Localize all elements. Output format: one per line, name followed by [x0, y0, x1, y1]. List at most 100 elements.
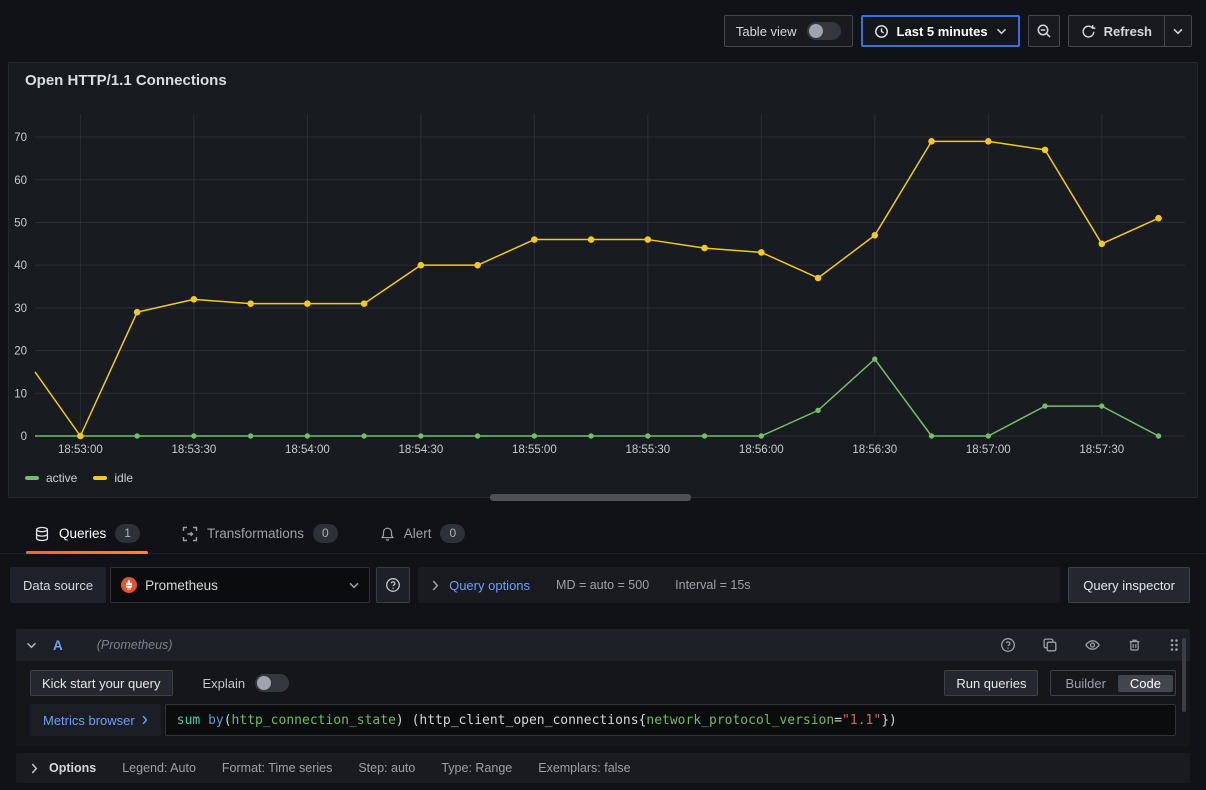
explain-toggle[interactable]: [255, 674, 289, 692]
vertical-scrollbar[interactable]: [1182, 638, 1186, 712]
x-axis-tick: 18:56:30: [852, 444, 897, 455]
x-axis-tick: 18:56:00: [739, 444, 784, 455]
chevron-down-icon: [996, 28, 1007, 35]
legend-item-idle[interactable]: idle: [93, 471, 133, 485]
legend-label: active: [46, 471, 77, 485]
legend-swatch: [93, 476, 107, 480]
horizontal-scrollbar[interactable]: [490, 494, 691, 501]
process-icon: [182, 526, 198, 542]
builder-option[interactable]: Builder: [1053, 675, 1117, 692]
options-expander[interactable]: Options: [31, 761, 96, 775]
y-axis-tick: 60: [14, 175, 27, 187]
tab-badge: 0: [440, 524, 465, 543]
tab-alert[interactable]: Alert 0: [376, 514, 469, 554]
timeseries-chart[interactable]: 01020304050607018:53:0018:53:3018:54:001…: [11, 99, 1199, 455]
toggle-knob: [809, 24, 823, 38]
refresh-interval-dropdown[interactable]: [1165, 16, 1191, 46]
options-summary-item: Legend: Auto: [122, 761, 196, 775]
options-summary-item: Exemplars: false: [538, 761, 630, 775]
promql-token: sum: [177, 713, 208, 728]
chart-legend: active idle: [25, 471, 133, 485]
promql-token: =: [834, 713, 842, 728]
query-editor-row-a: A (Prometheus) Kick start your query E: [16, 629, 1190, 783]
toggle-knob: [257, 676, 271, 690]
x-axis-tick: 18:57:00: [966, 444, 1011, 455]
query-options-summary: Options Legend: AutoFormat: Time seriesS…: [16, 753, 1190, 783]
x-axis-tick: 18:55:30: [625, 444, 670, 455]
options-summary-item: Step: auto: [358, 761, 415, 775]
tab-transformations[interactable]: Transformations 0: [178, 514, 342, 554]
time-range-label: Last 5 minutes: [897, 24, 988, 39]
chevron-right-icon: [31, 763, 38, 774]
database-icon: [34, 526, 50, 542]
tab-badge: 1: [115, 524, 140, 543]
query-datasource-hint: (Prometheus): [97, 638, 173, 652]
promql-token: ) (http_client_open_connections{: [396, 713, 646, 728]
tab-queries[interactable]: Queries 1: [30, 514, 144, 554]
prometheus-icon: [121, 577, 137, 593]
delete-query-icon[interactable]: [1127, 637, 1142, 653]
bell-icon: [380, 526, 395, 542]
datasource-name: Prometheus: [145, 578, 218, 593]
code-option[interactable]: Code: [1118, 675, 1173, 692]
promql-token: by: [208, 713, 224, 728]
zoom-out-time-button[interactable]: [1028, 15, 1060, 47]
drag-handle-icon[interactable]: [1168, 637, 1180, 653]
x-axis-tick: 18:57:30: [1079, 444, 1124, 455]
datasource-picker[interactable]: Prometheus: [110, 567, 370, 603]
promql-token: }): [881, 713, 897, 728]
table-view-label: Table view: [736, 24, 797, 39]
tab-label: Transformations: [207, 526, 304, 541]
refresh-label: Refresh: [1104, 24, 1152, 39]
refresh-icon: [1081, 24, 1096, 39]
builder-code-toggle: Builder Code: [1050, 670, 1176, 696]
chevron-right-icon: [432, 580, 439, 591]
options-summary-item: Type: Range: [441, 761, 512, 775]
legend-label: idle: [114, 471, 133, 485]
query-options-bar[interactable]: Query options MD = auto = 500 Interval =…: [418, 567, 1060, 603]
timeseries-panel: Open HTTP/1.1 Connections 01020304050607…: [8, 62, 1198, 498]
metrics-browser-button[interactable]: Metrics browser: [30, 704, 161, 736]
options-label: Options: [49, 761, 96, 775]
options-items: Legend: AutoFormat: Time seriesStep: aut…: [122, 761, 630, 775]
x-axis-tick: 18:55:00: [512, 444, 557, 455]
y-axis-tick: 10: [14, 388, 27, 400]
query-header[interactable]: A (Prometheus): [16, 629, 1190, 661]
query-options-link[interactable]: Query options: [449, 578, 530, 593]
query-inspector-button[interactable]: Query inspector: [1068, 567, 1190, 603]
x-axis-tick: 18:54:00: [285, 444, 330, 455]
y-axis-tick: 20: [14, 346, 27, 358]
toggle-visibility-icon[interactable]: [1084, 637, 1101, 653]
collapse-chevron-icon[interactable]: [26, 642, 37, 649]
tab-badge: 0: [313, 524, 338, 543]
legend-item-active[interactable]: active: [25, 471, 77, 485]
refresh-button[interactable]: Refresh: [1069, 16, 1165, 46]
chevron-right-icon: [142, 715, 148, 725]
run-queries-button[interactable]: Run queries: [944, 670, 1038, 696]
y-axis-tick: 0: [21, 431, 27, 443]
promql-token: (: [224, 713, 232, 728]
interval-text: Interval = 15s: [675, 578, 750, 592]
y-axis-tick: 30: [14, 303, 27, 315]
table-view-toggle[interactable]: [807, 22, 841, 40]
x-axis-tick: 18:53:30: [171, 444, 216, 455]
table-view-group: Table view: [724, 15, 853, 47]
y-axis-tick: 70: [14, 132, 27, 144]
query-toolbar: Kick start your query Explain Run querie…: [30, 670, 1176, 696]
explain-label: Explain: [203, 676, 246, 691]
promql-expression-input[interactable]: sum by(http_connection_state) (http_clie…: [165, 704, 1176, 736]
query-ref-id: A: [53, 638, 63, 653]
query-body: Kick start your query Explain Run querie…: [16, 661, 1190, 746]
metrics-browser-label: Metrics browser: [43, 713, 135, 728]
duplicate-query-icon[interactable]: [1042, 637, 1058, 653]
max-data-points-text: MD = auto = 500: [556, 578, 649, 592]
zoom-out-icon: [1036, 23, 1052, 39]
query-help-icon[interactable]: [1000, 637, 1016, 653]
clock-icon: [874, 24, 889, 39]
datasource-help-button[interactable]: [376, 567, 410, 603]
promql-token: "1.1": [842, 713, 881, 728]
kick-start-query-button[interactable]: Kick start your query: [30, 670, 173, 696]
time-range-picker[interactable]: Last 5 minutes: [861, 15, 1020, 47]
tab-label: Queries: [59, 526, 106, 541]
promql-token: network_protocol_version: [646, 713, 834, 728]
